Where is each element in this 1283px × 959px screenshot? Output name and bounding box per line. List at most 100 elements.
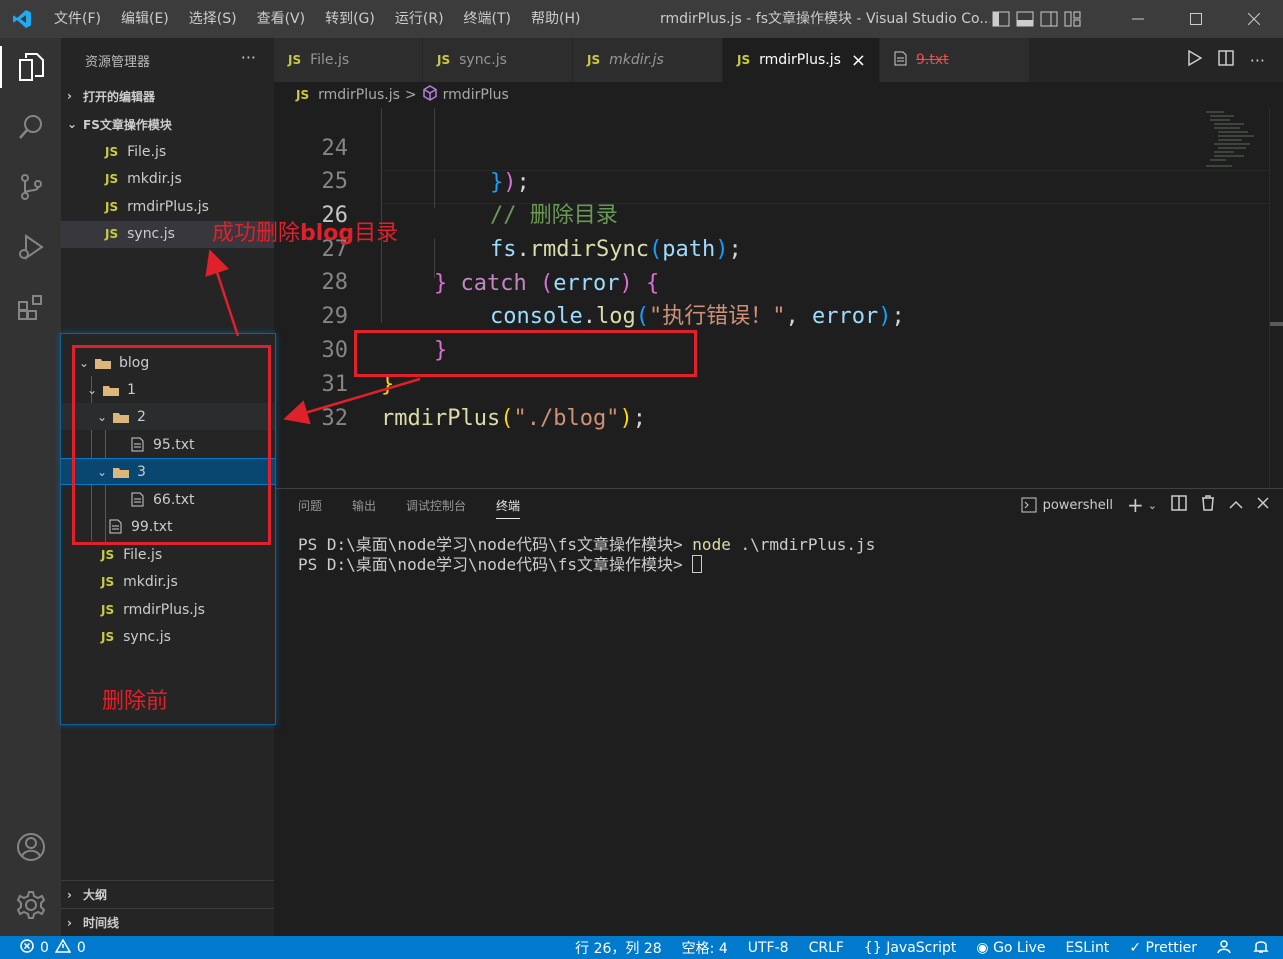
tab-problems[interactable]: 问题 [298,497,322,514]
menu-help[interactable]: 帮助(H) [521,0,590,38]
file-item-mkdir-js[interactable]: JS mkdir.js [61,166,274,194]
split-editor-icon[interactable] [1217,50,1234,70]
annotation-text: 成功删除 [212,221,301,246]
notifications-bell-icon[interactable] [1253,938,1269,958]
eslint-status[interactable]: ESLint [1066,940,1110,956]
toggle-secondary-sidebar-icon[interactable] [1040,11,1058,27]
chevron-down-icon[interactable]: ⌄ [1148,499,1157,512]
tab-sync-js[interactable]: JS sync.js [423,38,573,82]
file-item-file-js[interactable]: JS File.js [61,138,274,166]
broadcast-icon: ◉ [976,939,989,956]
bottom-panel: 问题 输出 调试控制台 终端 powershell + ⌄ PS D:\桌面\n… [274,488,1283,936]
menu-selection[interactable]: 选择(S) [179,0,247,38]
more-actions-icon[interactable]: ··· [1250,51,1265,70]
js-file-icon: JS [587,53,601,67]
tree-label: File.js [123,546,163,563]
close-window-icon[interactable] [1225,0,1283,38]
menu-file[interactable]: 文件(F) [44,0,111,38]
file-name: rmdirPlus.js [127,198,209,215]
workspace-folder-section[interactable]: ⌄ FS文章操作模块 [61,110,274,138]
js-file-icon: JS [105,199,119,214]
tab-terminal[interactable]: 终端 [496,492,521,519]
terminal-shell-selector[interactable]: powershell [1021,497,1113,513]
extensions-icon[interactable] [0,282,61,332]
tab-label: sync.js [459,52,507,68]
close-panel-icon[interactable] [1257,497,1269,513]
cursor-position[interactable]: 行 26，列 28 [575,938,662,958]
tab-rmdirplus-js[interactable]: JS rmdirPlus.js × [723,38,880,82]
js-file-icon: JS [737,53,751,67]
run-debug-icon[interactable] [0,222,61,272]
kill-terminal-icon[interactable] [1201,495,1215,515]
tab-label: rmdirPlus.js [759,52,841,68]
minimize-icon[interactable] [1109,0,1167,38]
account-icon[interactable] [0,822,61,872]
maximize-panel-icon[interactable] [1229,498,1243,513]
terminal-line[interactable]: PS D:\桌面\node学习\node代码\fs文章操作模块> [298,555,703,575]
close-tab-icon[interactable]: × [851,50,866,71]
tree-file-sync-js[interactable]: JS sync.js [61,623,275,650]
line-number: 32 [321,406,349,431]
menu-terminal[interactable]: 终端(T) [454,0,521,38]
maximize-icon[interactable] [1167,0,1225,38]
split-terminal-icon[interactable] [1171,495,1187,515]
feedback-icon[interactable] [1217,938,1233,958]
bottom-sections: › 大纲 › 时间线 [61,880,274,936]
encoding[interactable]: UTF-8 [748,940,789,956]
menu-view[interactable]: 查看(V) [247,0,316,38]
language-mode[interactable]: {} JavaScript [864,940,956,956]
customize-layout-icon[interactable] [1064,11,1082,27]
toggle-sidebar-icon[interactable] [992,11,1010,27]
minimap[interactable] [1204,108,1264,188]
explorer-header: 资源管理器 ··· [61,38,274,82]
before-tree-highlight-box [72,345,271,545]
status-problems[interactable]: 0 0 [20,936,86,959]
indentation[interactable]: 空格: 4 [682,938,728,958]
js-file-icon: JS [101,574,115,589]
breadcrumb-symbol[interactable]: rmdirPlus [443,87,509,103]
go-live-label: Go Live [993,939,1046,956]
breadcrumb-file[interactable]: rmdirPlus.js [318,87,400,103]
tab-mkdir-js[interactable]: JS mkdir.js [573,38,723,82]
success-annotation: 成功删除blog目录 [212,215,398,247]
source-control-icon[interactable] [0,162,61,212]
js-file-icon: JS [288,53,302,67]
run-file-icon[interactable] [1187,49,1203,70]
tree-file-file-js[interactable]: JS File.js [61,541,275,568]
editor-scrollbar[interactable] [1269,108,1283,488]
more-actions-icon[interactable]: ··· [241,48,256,67]
tab-debug-console[interactable]: 调试控制台 [406,497,466,514]
terminal-prompt: PS D:\桌面\node学习\node代码\fs文章操作模块> [298,535,693,554]
before-annotation: 删除前 [102,689,169,714]
menu-run[interactable]: 运行(R) [385,0,454,38]
tab-9-txt[interactable]: 9.txt [880,38,1030,82]
menu-bar: 文件(F) 编辑(E) 选择(S) 查看(V) 转到(G) 运行(R) 终端(T… [44,0,590,38]
explorer-icon[interactable] [0,42,61,92]
search-icon[interactable] [0,102,61,152]
tab-output[interactable]: 输出 [352,497,376,514]
settings-gear-icon[interactable] [0,880,61,930]
toggle-panel-icon[interactable] [1016,11,1034,27]
menu-go[interactable]: 转到(G) [315,0,385,38]
terminal-line[interactable]: PS D:\桌面\node学习\node代码\fs文章操作模块> node .\… [298,535,875,555]
tree-file-rmdirplus-js[interactable]: JS rmdirPlus.js [61,596,275,623]
new-terminal-icon[interactable]: + [1127,493,1144,517]
tab-file-js[interactable]: JS File.js [274,38,423,82]
warning-icon [54,938,72,957]
js-file-icon: JS [101,602,115,617]
go-live-button[interactable]: ◉ Go Live [976,940,1045,956]
timeline-section[interactable]: › 时间线 [61,908,274,936]
menu-edit[interactable]: 编辑(E) [111,0,179,38]
window-title: rmdirPlus.js - fs文章操作模块 - Visual Studio … [660,11,990,27]
layout-controls [992,0,1082,38]
tree-file-mkdir-js[interactable]: JS mkdir.js [61,568,275,595]
workspace-folder-label: FS文章操作模块 [83,117,172,132]
line-ending[interactable]: CRLF [809,940,844,956]
prettier-status[interactable]: ✓ Prettier [1129,940,1197,956]
outline-section[interactable]: › 大纲 [61,880,274,908]
code-editor[interactable]: 24 }); 25 // 删除目录 26 fs.rmdirSync(path);… [274,108,1283,488]
code-line-29: 29 } [274,266,1283,363]
open-editors-section[interactable]: › 打开的编辑器 [61,82,274,110]
code-line-30: 30 } [274,300,1283,397]
annotation-text: 目录 [354,221,399,246]
